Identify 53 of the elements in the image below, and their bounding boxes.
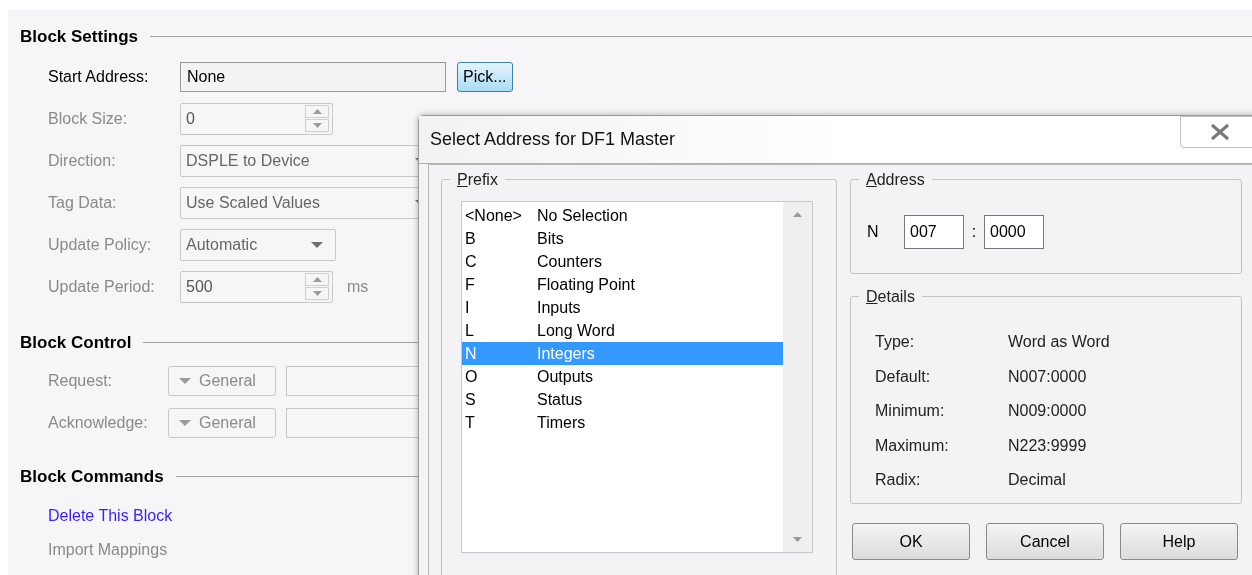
file-number-field[interactable]: 007	[904, 215, 964, 249]
unit-label: ms	[347, 276, 369, 297]
detail-value: N223:9999	[1008, 435, 1087, 456]
field-label: Update Policy:	[48, 234, 153, 255]
detail-value: Word as Word	[1008, 332, 1110, 353]
down-arrow-icon	[312, 291, 322, 296]
field-label: Block Size:	[48, 108, 129, 129]
up-arrow-icon	[793, 212, 802, 217]
section-heading: Block Settings	[20, 26, 139, 48]
dialog-button[interactable]: Cancel	[986, 523, 1104, 560]
dialog-button[interactable]: Help	[1120, 523, 1238, 560]
detail-value: Decimal	[1008, 470, 1066, 491]
element-number-field[interactable]: 0000	[984, 215, 1044, 249]
detail-label: Minimum:	[875, 401, 946, 422]
close-button[interactable]	[1180, 116, 1252, 148]
list-item[interactable]: <None> No Selection	[462, 204, 783, 227]
list-item[interactable]: I Inputs	[462, 296, 783, 319]
up-arrow-icon	[312, 277, 322, 282]
field-label: Start Address:	[48, 66, 150, 87]
detail-label: Radix:	[875, 470, 922, 491]
list-item[interactable]: T Timers	[462, 411, 783, 434]
up-arrow-icon	[312, 109, 322, 114]
list-item[interactable]: L Long Word	[462, 319, 783, 342]
pick-button[interactable]: Pick...	[457, 61, 513, 92]
section-heading: Block Commands	[20, 466, 164, 488]
list-item[interactable]: B Bits	[462, 227, 783, 250]
detail-label: Maximum:	[875, 435, 950, 456]
field-label: Direction:	[48, 150, 117, 171]
list-item[interactable]: O Outputs	[462, 365, 783, 388]
down-arrow-icon	[793, 537, 802, 542]
down-arrow-icon	[311, 241, 323, 248]
field-label: Acknowledge:	[48, 413, 149, 433]
field-label: Request:	[48, 371, 114, 391]
text-field[interactable]: None	[180, 61, 446, 92]
list-item[interactable]: F Floating Point	[462, 273, 783, 296]
field-label: Tag Data:	[48, 192, 118, 213]
down-arrow-icon	[179, 420, 191, 426]
prefix-letter: N	[867, 222, 880, 242]
list-item[interactable]: S Status	[462, 388, 783, 411]
detail-value: N009:0000	[1008, 401, 1087, 422]
detail-value: N007:0000	[1008, 366, 1087, 387]
field-label: Update Period:	[48, 276, 156, 297]
down-arrow-icon	[179, 378, 191, 384]
close-icon	[1209, 123, 1231, 141]
separator: :	[970, 222, 978, 242]
detail-label: Type:	[875, 332, 916, 353]
list-item[interactable]: C Counters	[462, 250, 783, 273]
scrollbar[interactable]	[783, 202, 812, 552]
dialog-button[interactable]: OK	[852, 523, 970, 560]
detail-label: Default:	[875, 366, 932, 387]
down-arrow-icon	[312, 123, 322, 128]
command-link[interactable]: Delete This Block	[48, 503, 173, 528]
section-heading: Block Control	[20, 331, 132, 354]
